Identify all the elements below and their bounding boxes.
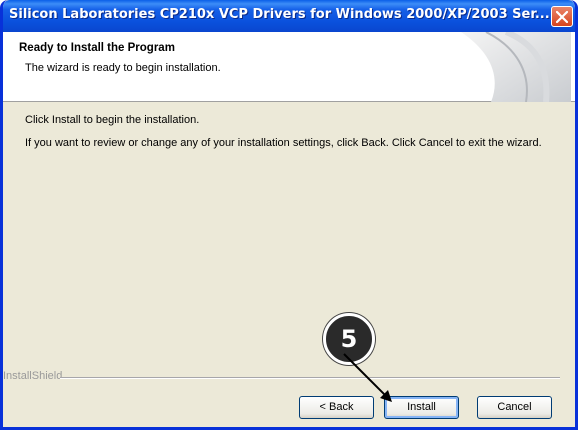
instruction-text: Click Install to begin the installation. xyxy=(25,114,200,126)
installer-window: Silicon Laboratories CP210x VCP Drivers … xyxy=(0,0,578,430)
review-text: If you want to review or change any of y… xyxy=(25,137,542,149)
wizard-header: Ready to Install the Program The wizard … xyxy=(3,29,575,105)
installshield-label: InstallShield xyxy=(3,370,63,382)
arrow-icon xyxy=(340,350,400,413)
footer-divider xyxy=(60,377,560,379)
page-subtitle: The wizard is ready to begin installatio… xyxy=(25,62,221,74)
close-button[interactable] xyxy=(551,6,573,27)
page-title: Ready to Install the Program xyxy=(19,42,175,54)
step-number: 5 xyxy=(340,325,358,353)
cancel-button[interactable]: Cancel xyxy=(477,396,552,419)
title-bar[interactable]: Silicon Laboratories CP210x VCP Drivers … xyxy=(3,0,575,32)
header-graphic-icon xyxy=(431,29,571,105)
window-title: Silicon Laboratories CP210x VCP Drivers … xyxy=(9,7,550,22)
